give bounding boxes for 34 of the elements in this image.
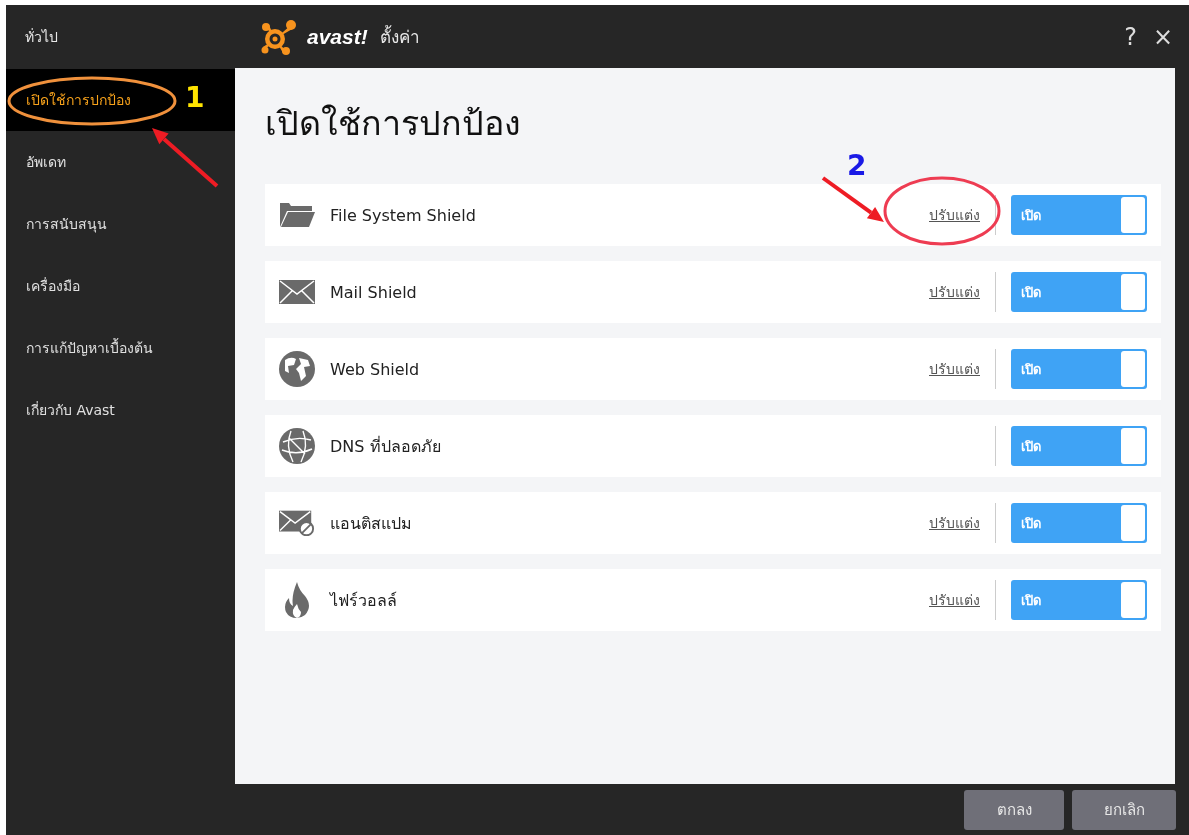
sidebar-item[interactable]: การสนับสนุน [6, 193, 235, 255]
customize-link[interactable]: ปรับแต่ง [929, 204, 980, 226]
shield-name: แอนติสแปม [330, 512, 413, 535]
envelope-icon [279, 280, 315, 304]
arrow [821, 176, 884, 222]
customize-link[interactable]: ปรับแต่ง [929, 512, 980, 534]
sidebar-item[interactable]: การแก้ปัญหาเบื้องต้น [6, 317, 235, 379]
blocked-mail-icon [279, 510, 315, 536]
step-number: 2 [847, 152, 867, 180]
sidebar-item[interactable]: เกี่ยวกับ Avast [6, 379, 235, 441]
flame-icon [283, 582, 311, 618]
sidebar-item[interactable]: อัพเดท [6, 131, 235, 193]
close-button[interactable]: × [1148, 22, 1177, 51]
folder-icon [279, 202, 315, 228]
shield-name: Mail Shield [330, 282, 418, 302]
globe-icon [279, 351, 315, 387]
shield-name: File System Shield [330, 205, 477, 225]
shield-name: ไฟร์วอลล์ [330, 589, 398, 612]
shield-name: Web Shield [330, 359, 421, 379]
window-title: ตั้งค่า [379, 24, 420, 49]
logo-wordmark: avast! [307, 24, 368, 49]
network-globe-icon [279, 428, 315, 464]
shield-name: DNS ที่ปลอดภัย [330, 435, 442, 458]
sidebar-item[interactable]: เครื่องมือ [6, 255, 235, 317]
ok-button[interactable]: ตกลง [964, 789, 1064, 830]
help-button[interactable]: ? [1120, 22, 1141, 51]
section-label: ทั่วไป [25, 28, 58, 45]
customize-link[interactable]: ปรับแต่ง [929, 358, 980, 380]
arrow [152, 128, 219, 188]
cancel-button[interactable]: ยกเลิก [1072, 789, 1176, 830]
step-number: 1 [185, 84, 205, 112]
page-heading: เปิดใช้การปกป้อง [265, 102, 522, 145]
customize-link[interactable]: ปรับแต่ง [929, 589, 980, 611]
customize-link[interactable]: ปรับแต่ง [929, 281, 980, 303]
